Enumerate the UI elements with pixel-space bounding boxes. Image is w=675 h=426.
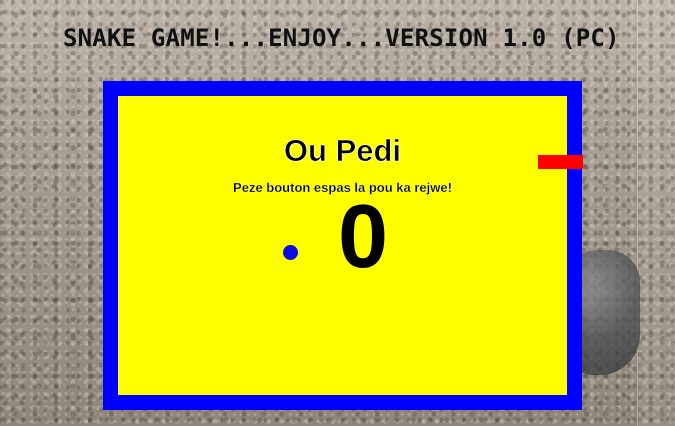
game-over-title: Ou Pedi bbox=[283, 133, 402, 169]
food-dot bbox=[283, 245, 298, 260]
game-canvas[interactable]: Ou Pedi Peze bouton espas la pou ka rejw… bbox=[118, 96, 583, 395]
page-title: SNAKE GAME!...ENJOY...VERSION 1.0 (PC) bbox=[63, 24, 620, 52]
game-board: Ou Pedi Peze bouton espas la pou ka rejw… bbox=[103, 81, 583, 410]
background-strip bbox=[637, 0, 675, 426]
score-display: 0 bbox=[337, 187, 389, 287]
